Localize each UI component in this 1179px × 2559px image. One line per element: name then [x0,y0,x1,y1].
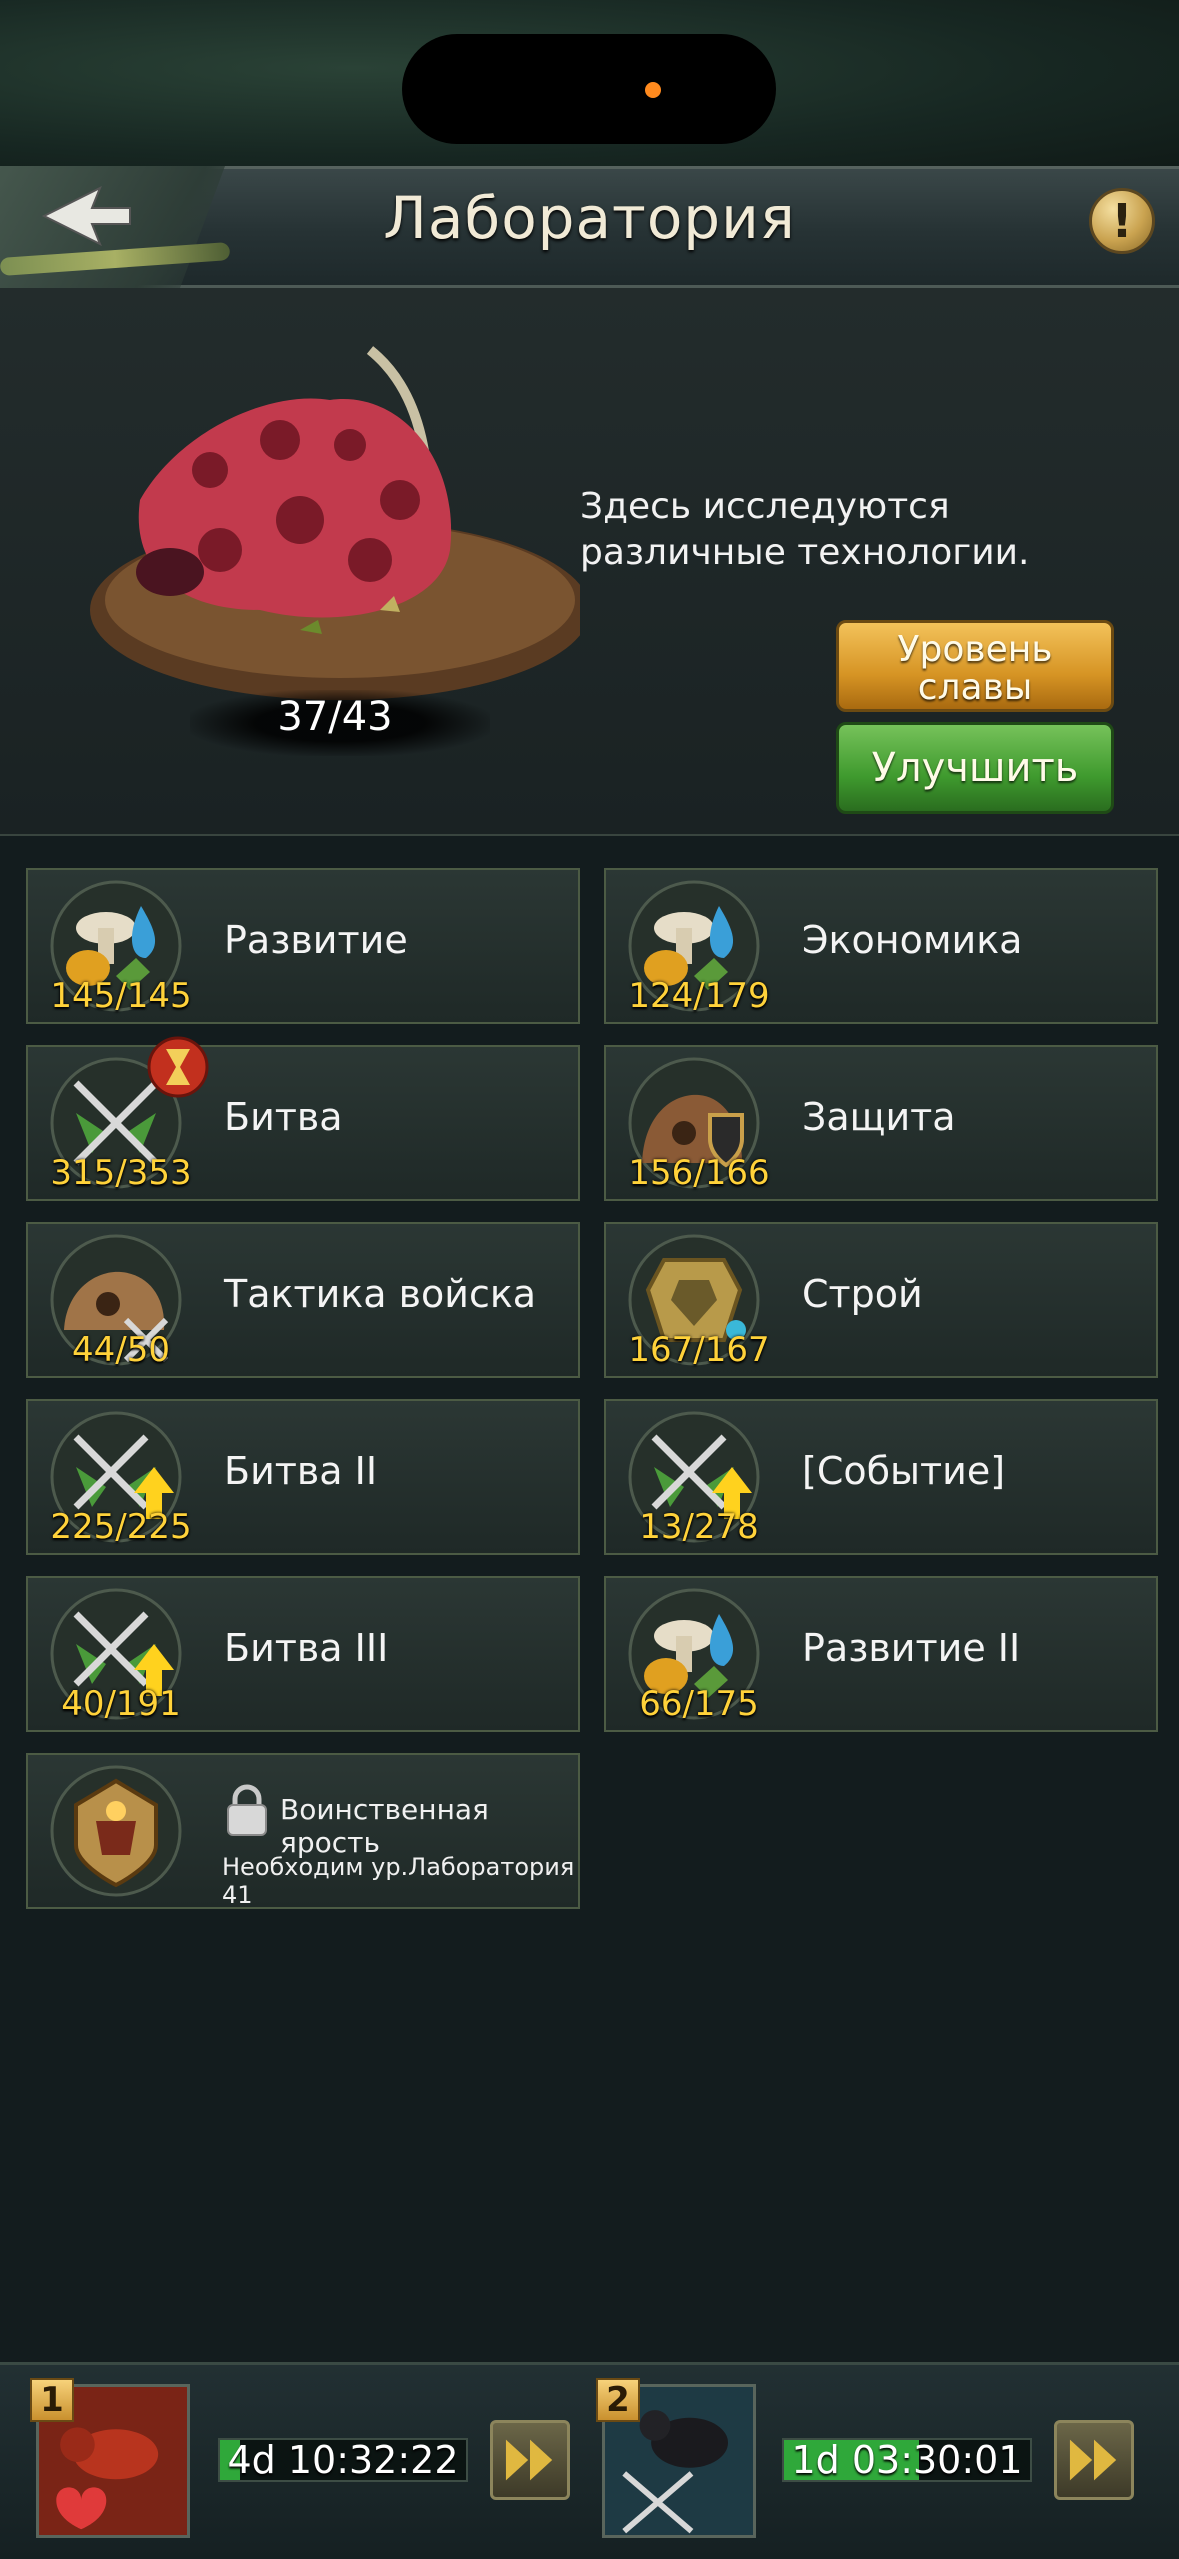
tile-count: 124/179 [628,976,770,1016]
locked-tile-title: Воинственная ярость [280,1793,489,1859]
building-level: 37/43 [277,694,393,740]
tile-label: Тактика войска [224,1272,537,1316]
tile-label: Развитие II [802,1626,1021,1670]
queue-timer-text: 4d 10:32:22 [227,2438,459,2482]
tile-label: Битва [224,1095,343,1139]
tile-label: Защита [802,1095,956,1139]
page-title: Лаборатория [383,184,796,252]
glory-level-button[interactable]: Уровень славы [836,620,1114,712]
tile-count: 44/50 [72,1330,170,1370]
queue-timer: 4d 10:32:22 [218,2438,468,2482]
tile-label: [Событие] [802,1449,1006,1493]
war-rage-emblem-icon [50,1765,182,1897]
tile-economy[interactable]: Экономика 124/179 [604,868,1158,1024]
tile-count: 13/278 [639,1507,759,1547]
queue-number-badge: 2 [596,2378,640,2422]
locked-tile-requirement: Необходим ур.Лаборатория 41 [222,1853,575,1909]
tile-war-rage-locked[interactable]: Воинственная ярость Необходим ур.Лаборат… [26,1753,580,1909]
tile-count: 145/145 [50,976,192,1016]
tile-development-2[interactable]: Развитие II 66/175 [604,1576,1158,1732]
tile-count: 66/175 [639,1684,759,1724]
upgrade-button[interactable]: Улучшить [836,722,1114,814]
tile-formation[interactable]: Строй 167/167 [604,1222,1158,1378]
tile-label: Развитие [224,918,408,962]
tile-defense[interactable]: Защита 156/166 [604,1045,1158,1201]
recording-indicator-icon [645,82,661,98]
lock-icon [227,1784,267,1836]
tile-event[interactable]: [Событие] 13/278 [604,1399,1158,1555]
tile-development[interactable]: Развитие 145/145 [26,868,580,1024]
tile-battle-3[interactable]: Битва III 40/191 [26,1576,580,1732]
tile-label: Строй [802,1272,923,1316]
speed-up-icon[interactable] [490,2420,570,2500]
hourglass-timer-icon [147,1036,209,1098]
tile-count: 167/167 [628,1330,770,1370]
tile-battle-2[interactable]: Битва II 225/225 [26,1399,580,1555]
tile-count: 225/225 [50,1507,192,1547]
tile-count: 156/166 [628,1153,770,1193]
building-description: Здесь исследуются различные технологии. [580,486,1030,573]
tile-label: Битва III [224,1626,389,1670]
dynamic-island [402,34,776,144]
laboratory-building-image [90,346,580,700]
tile-battle[interactable]: Битва 315/353 [26,1036,580,1201]
queue-number-badge: 1 [30,2378,74,2422]
queue-timer-text: 1d 03:30:01 [791,2438,1023,2482]
info-icon[interactable]: ! [1089,188,1155,254]
queue-timer: 1d 03:30:01 [782,2438,1032,2482]
tile-troop-tactics[interactable]: Тактика войска 44/50 [26,1222,580,1378]
tile-label: Экономика [802,918,1023,962]
tile-label: Битва II [224,1449,378,1493]
tile-count: 315/353 [50,1153,192,1193]
tile-count: 40/191 [61,1684,181,1724]
speed-up-icon[interactable] [1054,2420,1134,2500]
